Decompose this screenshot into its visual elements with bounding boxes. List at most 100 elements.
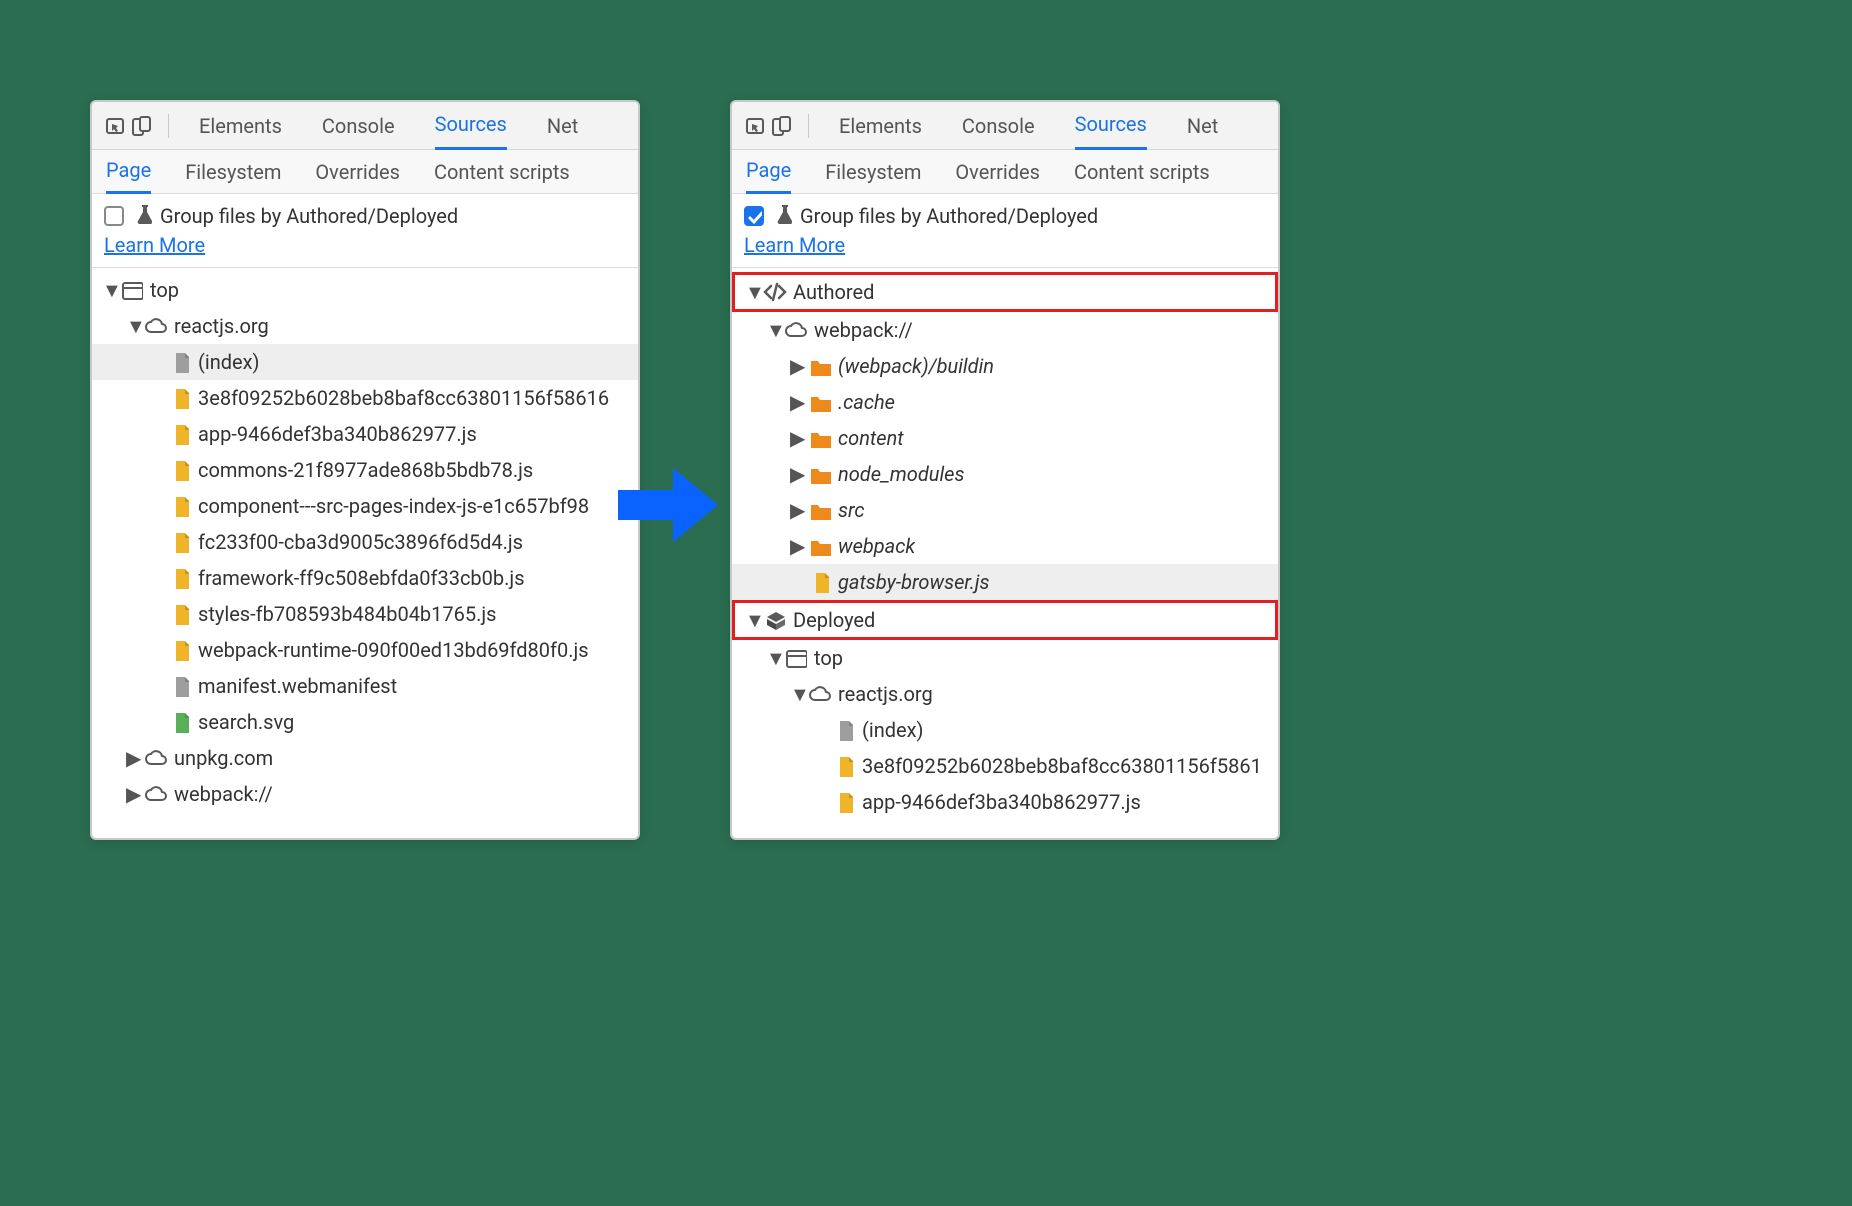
- tree-row-label: fc233f00-cba3d9005c3896f6d5d4.js: [198, 530, 523, 554]
- caret-right-icon[interactable]: ▶: [790, 426, 804, 450]
- subtab-overrides[interactable]: Overrides: [955, 150, 1040, 194]
- tree-row[interactable]: search.svg: [92, 704, 638, 740]
- caret-down-icon[interactable]: ▼: [745, 608, 759, 633]
- tree-row-label: reactjs.org: [838, 682, 933, 706]
- tree-row-label: search.svg: [198, 710, 294, 734]
- subtab-page[interactable]: Page: [746, 150, 791, 194]
- subtab-page[interactable]: Page: [106, 150, 151, 194]
- folder-icon: [808, 534, 832, 558]
- tree-row[interactable]: ▶webpack: [732, 528, 1278, 564]
- file-yellow-icon: [168, 458, 192, 482]
- device-toggle-icon[interactable]: [128, 112, 156, 140]
- tree-row[interactable]: 3e8f09252b6028beb8baf8cc63801156f58616: [92, 380, 638, 416]
- tree-row[interactable]: ▼webpack://: [732, 312, 1278, 348]
- tree-row[interactable]: ▼ reactjs.org: [732, 676, 1278, 712]
- caret-down-icon[interactable]: ▼: [790, 682, 804, 707]
- tree-row[interactable]: framework-ff9c508ebfda0f33cb0b.js: [92, 560, 638, 596]
- toolbar-separator: [808, 114, 809, 138]
- caret-right-icon[interactable]: ▶: [790, 390, 804, 414]
- file-yellow-icon: [168, 422, 192, 446]
- caret-down-icon[interactable]: ▼: [766, 646, 780, 671]
- tree-row[interactable]: fc233f00-cba3d9005c3896f6d5d4.js: [92, 524, 638, 560]
- tree-row-label: top: [150, 278, 179, 302]
- tree-row[interactable]: gatsby-browser.js: [732, 564, 1278, 600]
- transition-arrow-icon: [618, 460, 718, 550]
- tree-row[interactable]: app-9466def3ba340b862977.js: [732, 784, 1278, 820]
- tree-row-label: 3e8f09252b6028beb8baf8cc63801156f58616: [198, 386, 609, 410]
- group-files-checkbox[interactable]: [744, 206, 764, 226]
- tree-row-label: (webpack)/buildin: [838, 354, 994, 378]
- tree-row[interactable]: commons-21f8977ade868b5bdb78.js: [92, 452, 638, 488]
- tree-row[interactable]: ▼ top: [92, 272, 638, 308]
- tab-sources[interactable]: Sources: [1075, 102, 1147, 150]
- learn-more-link[interactable]: Learn More: [744, 233, 845, 257]
- device-toggle-icon[interactable]: [768, 112, 796, 140]
- tree-row[interactable]: ▶src: [732, 492, 1278, 528]
- tree-row[interactable]: ▶ (webpack)/buildin: [732, 348, 1278, 384]
- tree-row[interactable]: ▶content: [732, 420, 1278, 456]
- tree-row[interactable]: 3e8f09252b6028beb8baf8cc63801156f5861: [732, 748, 1278, 784]
- tree-row[interactable]: ▼ reactjs.org: [92, 308, 638, 344]
- tree-row[interactable]: styles-fb708593b484b04b1765.js: [92, 596, 638, 632]
- caret-down-icon[interactable]: ▼: [102, 278, 116, 303]
- file-gray-icon: [168, 350, 192, 374]
- inspect-element-icon[interactable]: [100, 112, 128, 140]
- tree-row[interactable]: ▶ webpack://: [92, 776, 638, 812]
- subtab-filesystem[interactable]: Filesystem: [185, 150, 281, 194]
- caret-down-icon[interactable]: ▼: [766, 318, 780, 343]
- tree-row-label: Authored: [793, 280, 874, 304]
- tab-console[interactable]: Console: [322, 102, 395, 150]
- file-yellow-icon: [168, 530, 192, 554]
- tree-row-label: unpkg.com: [174, 746, 273, 770]
- tree-row[interactable]: (index): [732, 712, 1278, 748]
- caret-right-icon[interactable]: ▶: [790, 462, 804, 486]
- caret-right-icon[interactable]: ▶: [790, 354, 804, 378]
- caret-right-icon[interactable]: ▶: [790, 534, 804, 558]
- tab-elements[interactable]: Elements: [839, 102, 922, 150]
- tree-row-label: app-9466def3ba340b862977.js: [862, 790, 1141, 814]
- tree-row-label: webpack-runtime-090f00ed13bd69fd80f0.js: [198, 638, 589, 662]
- tree-row[interactable]: webpack-runtime-090f00ed13bd69fd80f0.js: [92, 632, 638, 668]
- caret-down-icon[interactable]: ▼: [745, 280, 759, 305]
- tab-network[interactable]: Net: [547, 102, 578, 150]
- tab-console[interactable]: Console: [962, 102, 1035, 150]
- tree-row[interactable]: ▶.cache: [732, 384, 1278, 420]
- tab-network[interactable]: Net: [1187, 102, 1218, 150]
- tree-row[interactable]: ▼Deployed: [732, 600, 1278, 640]
- cloud-icon: [808, 682, 832, 706]
- file-yellow-icon: [832, 790, 856, 814]
- cloud-icon: [144, 746, 168, 770]
- tree-row[interactable]: manifest.webmanifest: [92, 668, 638, 704]
- tab-sources[interactable]: Sources: [435, 102, 507, 150]
- tree-row[interactable]: ▼top: [732, 640, 1278, 676]
- caret-down-icon[interactable]: ▼: [126, 314, 140, 339]
- subtab-content-scripts[interactable]: Content scripts: [434, 150, 570, 194]
- file-tree: ▼ Authored ▼webpack:// ▶ (webpack)/buildin ▶.…: [732, 268, 1278, 830]
- caret-right-icon[interactable]: ▶: [126, 782, 140, 806]
- tree-row-label: styles-fb708593b484b04b1765.js: [198, 602, 497, 626]
- flask-icon: [132, 202, 152, 229]
- tree-row[interactable]: ▶ unpkg.com: [92, 740, 638, 776]
- subtab-content-scripts[interactable]: Content scripts: [1074, 150, 1210, 194]
- tree-row-label: webpack://: [174, 782, 273, 806]
- inspect-element-icon[interactable]: [740, 112, 768, 140]
- tree-row-label: component---src-pages-index-js-e1c657bf9…: [198, 494, 589, 518]
- learn-more-link[interactable]: Learn More: [104, 233, 205, 257]
- tree-row[interactable]: (index): [92, 344, 638, 380]
- tree-row-label: reactjs.org: [174, 314, 269, 338]
- tree-row[interactable]: ▼ Authored: [732, 272, 1278, 312]
- group-files-checkbox[interactable]: [104, 206, 124, 226]
- tree-row-label: node_modules: [838, 462, 964, 486]
- tab-elements[interactable]: Elements: [199, 102, 282, 150]
- subtab-filesystem[interactable]: Filesystem: [825, 150, 921, 194]
- main-tabs: Elements Console Sources Net: [199, 102, 578, 150]
- caret-right-icon[interactable]: ▶: [126, 746, 140, 770]
- subtab-overrides[interactable]: Overrides: [315, 150, 400, 194]
- file-tree: ▼ top ▼ reactjs.org (index) 3e8f09252b6028beb…: [92, 268, 638, 822]
- tree-row-label: manifest.webmanifest: [198, 674, 397, 698]
- folder-icon: [808, 390, 832, 414]
- tree-row[interactable]: component---src-pages-index-js-e1c657bf9…: [92, 488, 638, 524]
- caret-right-icon[interactable]: ▶: [790, 498, 804, 522]
- tree-row[interactable]: app-9466def3ba340b862977.js: [92, 416, 638, 452]
- tree-row[interactable]: ▶ node_modules: [732, 456, 1278, 492]
